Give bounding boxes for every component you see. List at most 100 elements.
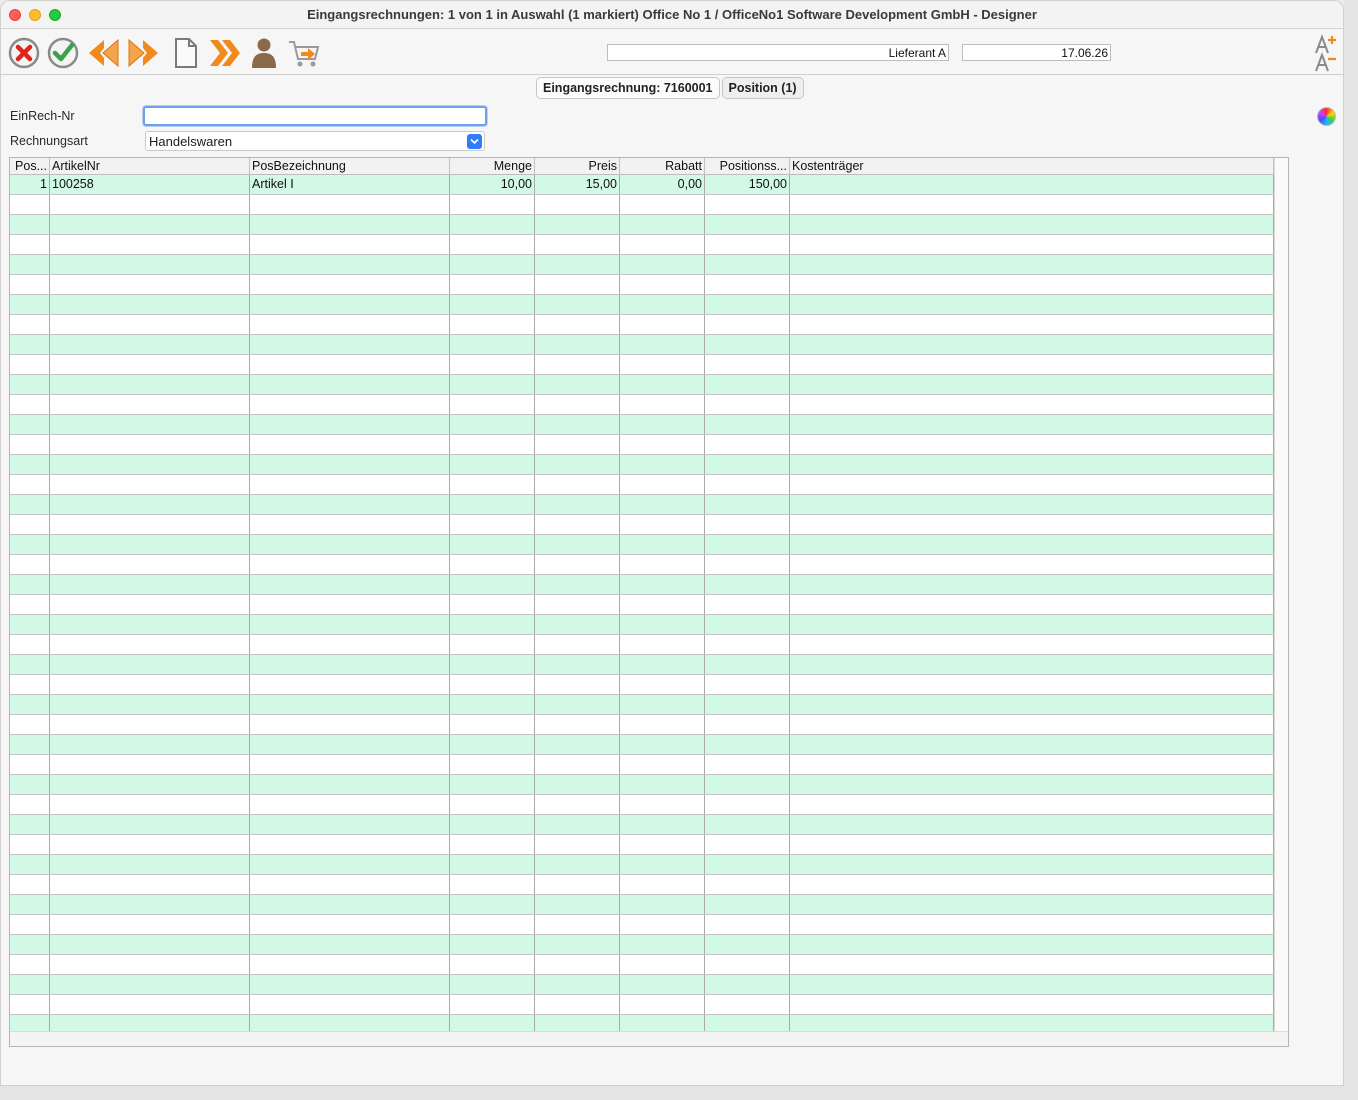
cell-artikelnr[interactable]	[50, 675, 250, 694]
table-row[interactable]	[10, 515, 1274, 535]
cell-menge[interactable]	[450, 615, 535, 634]
cell-artikelnr[interactable]	[50, 255, 250, 274]
cell-preis[interactable]	[535, 795, 620, 814]
cell-rabatt[interactable]	[620, 795, 705, 814]
cell-pos[interactable]	[10, 735, 50, 754]
cell-preis[interactable]	[535, 475, 620, 494]
cell-positionssumme[interactable]	[705, 515, 790, 534]
cell-positionssumme[interactable]	[705, 935, 790, 954]
cell-positionssumme[interactable]	[705, 775, 790, 794]
cell-positionssumme[interactable]	[705, 875, 790, 894]
cell-rabatt[interactable]	[620, 875, 705, 894]
cell-kostentraeger[interactable]	[790, 555, 1274, 574]
cell-pos[interactable]	[10, 915, 50, 934]
cell-pos[interactable]	[10, 895, 50, 914]
cell-artikelnr[interactable]	[50, 535, 250, 554]
cell-positionssumme[interactable]	[705, 975, 790, 994]
cell-pos[interactable]	[10, 655, 50, 674]
cell-positionssumme[interactable]	[705, 1015, 790, 1031]
cell-positionssumme[interactable]	[705, 335, 790, 354]
table-row[interactable]	[10, 655, 1274, 675]
cell-pos[interactable]	[10, 835, 50, 854]
cell-posbezeichnung[interactable]	[250, 1015, 450, 1031]
cell-pos[interactable]	[10, 675, 50, 694]
cell-preis[interactable]	[535, 995, 620, 1014]
cell-artikelnr[interactable]	[50, 955, 250, 974]
cell-rabatt[interactable]	[620, 375, 705, 394]
cell-artikelnr[interactable]	[50, 575, 250, 594]
cell-preis[interactable]	[535, 735, 620, 754]
cell-menge[interactable]	[450, 635, 535, 654]
cell-menge[interactable]	[450, 855, 535, 874]
cell-artikelnr[interactable]	[50, 275, 250, 294]
table-row[interactable]	[10, 895, 1274, 915]
cell-positionssumme[interactable]	[705, 715, 790, 734]
cell-artikelnr[interactable]	[50, 195, 250, 214]
cell-menge[interactable]	[450, 975, 535, 994]
cell-positionssumme[interactable]	[705, 795, 790, 814]
cell-positionssumme[interactable]	[705, 455, 790, 474]
cell-posbezeichnung[interactable]	[250, 975, 450, 994]
cell-rabatt[interactable]	[620, 675, 705, 694]
cell-menge[interactable]	[450, 355, 535, 374]
cell-menge[interactable]	[450, 195, 535, 214]
cell-kostentraeger[interactable]	[790, 475, 1274, 494]
cell-posbezeichnung[interactable]	[250, 655, 450, 674]
cell-artikelnr[interactable]	[50, 755, 250, 774]
cell-kostentraeger[interactable]	[790, 415, 1274, 434]
cell-posbezeichnung[interactable]	[250, 215, 450, 234]
cell-posbezeichnung[interactable]	[250, 415, 450, 434]
cell-rabatt[interactable]	[620, 295, 705, 314]
cell-kostentraeger[interactable]	[790, 795, 1274, 814]
cell-preis[interactable]	[535, 1015, 620, 1031]
cell-posbezeichnung[interactable]	[250, 555, 450, 574]
cell-pos[interactable]	[10, 455, 50, 474]
cell-preis[interactable]	[535, 535, 620, 554]
cell-pos[interactable]	[10, 755, 50, 774]
cell-menge[interactable]	[450, 915, 535, 934]
cell-artikelnr[interactable]	[50, 975, 250, 994]
cell-kostentraeger[interactable]	[790, 535, 1274, 554]
cell-positionssumme[interactable]	[705, 735, 790, 754]
cell-preis[interactable]	[535, 755, 620, 774]
cell-artikelnr[interactable]	[50, 595, 250, 614]
cell-preis[interactable]	[535, 635, 620, 654]
cell-pos[interactable]	[10, 935, 50, 954]
cell-menge[interactable]	[450, 255, 535, 274]
cell-menge[interactable]	[450, 535, 535, 554]
column-header-menge[interactable]: Menge	[450, 158, 535, 175]
cell-menge[interactable]	[450, 835, 535, 854]
cell-kostentraeger[interactable]	[790, 775, 1274, 794]
cell-rabatt[interactable]	[620, 395, 705, 414]
cell-kostentraeger[interactable]	[790, 375, 1274, 394]
table-row[interactable]	[10, 755, 1274, 775]
table-row[interactable]	[10, 415, 1274, 435]
cell-pos[interactable]	[10, 815, 50, 834]
cell-pos[interactable]	[10, 875, 50, 894]
cell-pos[interactable]	[10, 615, 50, 634]
cell-rabatt[interactable]	[620, 315, 705, 334]
cell-kostentraeger[interactable]	[790, 515, 1274, 534]
cell-positionssumme[interactable]	[705, 955, 790, 974]
cell-pos[interactable]	[10, 515, 50, 534]
table-row[interactable]	[10, 615, 1274, 635]
cell-artikelnr[interactable]	[50, 455, 250, 474]
rechnungsart-select[interactable]: Handelswaren	[145, 131, 485, 151]
cell-positionssumme[interactable]	[705, 615, 790, 634]
cell-positionssumme[interactable]	[705, 595, 790, 614]
cell-artikelnr[interactable]	[50, 375, 250, 394]
table-row[interactable]	[10, 795, 1274, 815]
table-row[interactable]	[10, 955, 1274, 975]
cell-artikelnr[interactable]	[50, 915, 250, 934]
cell-preis[interactable]	[535, 335, 620, 354]
cell-pos[interactable]	[10, 795, 50, 814]
cell-artikelnr[interactable]	[50, 615, 250, 634]
cell-posbezeichnung[interactable]	[250, 535, 450, 554]
cell-artikelnr[interactable]	[50, 215, 250, 234]
table-row[interactable]	[10, 935, 1274, 955]
cell-rabatt[interactable]	[620, 535, 705, 554]
cell-preis[interactable]	[535, 775, 620, 794]
cell-kostentraeger[interactable]	[790, 455, 1274, 474]
cell-preis[interactable]	[535, 615, 620, 634]
cell-kostentraeger[interactable]	[790, 735, 1274, 754]
